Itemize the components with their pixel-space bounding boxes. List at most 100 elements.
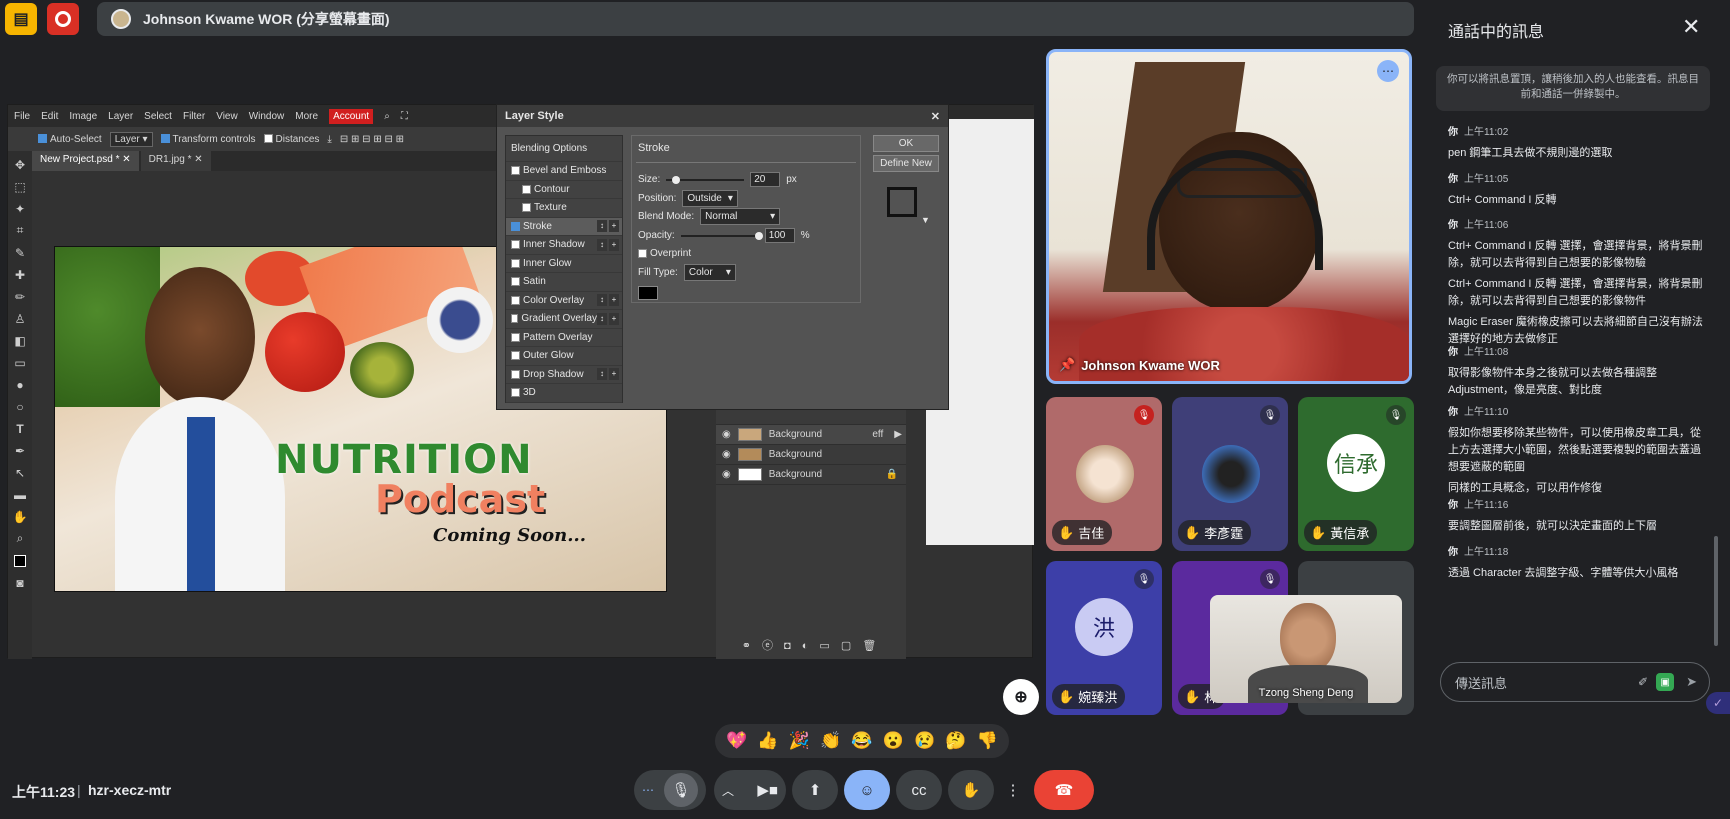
overprint-checkbox[interactable]: Overprint — [638, 248, 691, 259]
gemini-icon[interactable]: ✓ — [1706, 692, 1730, 714]
ok-button[interactable]: OK — [873, 135, 939, 152]
ps-menu-item[interactable]: Image — [69, 111, 97, 122]
zoom-in-icon[interactable]: ⊕ — [1003, 679, 1039, 715]
add-icon[interactable]: + — [609, 294, 619, 307]
main-video-tile[interactable]: ⋯ 📌 Johnson Kwame WOR — [1046, 49, 1412, 384]
style-duplicate-buttons[interactable]: ↕ + — [597, 238, 619, 251]
add-icon[interactable]: + — [609, 312, 619, 325]
chevron-up-icon[interactable]: ︿ — [722, 782, 734, 799]
stroke-color-swatch[interactable] — [638, 286, 658, 300]
reorder-icon[interactable]: ↕ — [597, 220, 607, 233]
participant-tile[interactable]: 信承 🎙 ✋ 黃信承 — [1298, 397, 1414, 551]
reaction-thumbs-down[interactable]: 👎 — [977, 731, 998, 751]
layer-row[interactable]: ◉ Background — [716, 445, 906, 465]
add-icon[interactable]: + — [609, 368, 619, 381]
eye-icon[interactable]: ◉ — [722, 449, 731, 460]
self-view[interactable]: Tzong Sheng Deng — [1210, 595, 1402, 703]
reaction-sad[interactable]: 😢 — [914, 731, 935, 751]
captions-button[interactable]: cc — [896, 770, 942, 810]
reaction-clap[interactable]: 👏 — [820, 731, 841, 751]
style-checkbox[interactable] — [511, 332, 520, 342]
style-item[interactable]: Pattern Overlay — [506, 329, 622, 347]
add-icon[interactable]: + — [609, 220, 619, 233]
style-checkbox[interactable] — [511, 351, 520, 361]
style-item[interactable]: Inner Shadow ↕ + — [506, 236, 622, 255]
ps-fullscreen-icon[interactable]: ⛶ — [401, 111, 408, 122]
layer-select-dropdown[interactable]: Layer ▾ — [109, 131, 153, 147]
style-item[interactable]: Outer Glow — [506, 347, 622, 366]
layer-row[interactable]: ◉ Background eff ▶ — [716, 425, 906, 445]
translate-icon[interactable]: ▣ — [1656, 673, 1675, 691]
style-checkbox[interactable] — [511, 314, 519, 324]
style-item[interactable]: Contour — [506, 181, 622, 199]
color-swatch-icon[interactable] — [12, 551, 28, 570]
eraser-icon[interactable]: ◧ — [12, 331, 28, 350]
style-checkbox[interactable] — [511, 240, 520, 250]
style-item[interactable]: Inner Glow — [506, 255, 622, 273]
marquee-tool-icon[interactable]: ⬚ — [12, 177, 28, 196]
style-checkbox[interactable] — [511, 258, 520, 268]
move-tool-icon[interactable]: ✥ — [12, 155, 28, 174]
position-select[interactable]: Outside ▾ — [682, 190, 738, 207]
ps-search-icon[interactable]: ⌕ — [384, 111, 390, 122]
shape-tool-icon[interactable]: ▬ — [12, 485, 28, 504]
reaction-party[interactable]: 🎉 — [789, 731, 810, 751]
close-icon[interactable]: ✕ — [1682, 14, 1700, 40]
opacity-input[interactable]: 100 — [764, 228, 795, 243]
reorder-icon[interactable]: ↕ — [597, 368, 607, 381]
distances-checkbox[interactable]: Distances — [263, 134, 319, 145]
reaction-thinking[interactable]: 🤔 — [945, 731, 966, 751]
audio-options-icon[interactable]: ⋯ — [642, 783, 654, 797]
align-icon[interactable]: ⊟ ⊞ ⊟ ⊞ ⊟ ⊞ — [340, 134, 404, 145]
style-item[interactable]: Blending Options — [506, 136, 622, 162]
microphone-icon[interactable]: 🎙 — [664, 773, 698, 807]
ps-menu-item[interactable]: Window — [249, 111, 285, 122]
layer-row[interactable]: ◉ Background 🔒 — [716, 465, 906, 485]
style-duplicate-buttons[interactable]: ↕ + — [597, 220, 619, 233]
close-icon[interactable]: ✕ — [194, 154, 202, 165]
fill-type-select[interactable]: Color ▾ — [683, 264, 736, 281]
participant-tile[interactable]: 🎙 ✋ 吉佳 — [1046, 397, 1162, 551]
reorder-icon[interactable]: ↕ — [597, 238, 607, 251]
style-item[interactable]: Satin — [506, 273, 622, 292]
style-checkbox[interactable] — [511, 277, 520, 287]
style-duplicate-buttons[interactable]: ↕ + — [597, 294, 619, 307]
size-slider[interactable] — [666, 175, 745, 184]
stamp-icon[interactable]: ♙ — [12, 309, 28, 328]
download-icon[interactable]: ⤓ — [327, 134, 331, 145]
attach-icon[interactable]: ✐ — [1638, 675, 1648, 689]
reaction-thumbs-up[interactable]: 👍 — [757, 731, 778, 751]
style-checkbox[interactable] — [511, 369, 520, 379]
camera-icon[interactable]: ▶■ — [757, 781, 778, 799]
style-checkbox[interactable] — [511, 166, 520, 176]
style-checkbox[interactable] — [522, 203, 531, 213]
dodge-icon[interactable]: ○ — [12, 397, 28, 416]
reaction-heart[interactable]: 💖 — [726, 731, 747, 751]
ps-menu-item[interactable]: Layer — [108, 111, 133, 122]
style-item[interactable]: 3D — [506, 384, 622, 403]
style-checkbox[interactable] — [511, 295, 520, 305]
reorder-icon[interactable]: ↕ — [597, 312, 607, 325]
healing-icon[interactable]: ✚ — [12, 265, 28, 284]
eye-icon[interactable]: ◉ — [722, 469, 731, 480]
ps-menu-item[interactable]: View — [216, 111, 238, 122]
opacity-slider[interactable] — [680, 231, 763, 240]
style-item[interactable]: Stroke ↕ + — [506, 217, 622, 236]
style-item[interactable]: Texture — [506, 199, 622, 218]
pen-tool-icon[interactable]: ✒ — [12, 441, 28, 460]
reaction-laugh[interactable]: 😂 — [851, 731, 872, 751]
zoom-tool-icon[interactable]: ⌕ — [12, 529, 28, 548]
more-options-icon[interactable]: ⋯ — [1377, 60, 1399, 82]
auto-select-checkbox[interactable]: Auto-Select — [38, 134, 102, 145]
doc-tab-dr1[interactable]: DR1.jpg * ✕ — [140, 151, 211, 171]
scrollbar[interactable] — [1714, 536, 1718, 646]
more-options-button[interactable]: ⋮ — [1000, 770, 1026, 810]
style-item[interactable]: Drop Shadow ↕ + — [506, 366, 622, 384]
participant-tile[interactable]: 🎙 ✋ 李彥霆 — [1172, 397, 1288, 551]
style-checkbox[interactable] — [511, 221, 520, 231]
ps-account-button[interactable]: Account — [329, 108, 374, 124]
blur-icon[interactable]: ● — [12, 375, 28, 394]
add-icon[interactable]: + — [609, 238, 619, 251]
eyedropper-icon[interactable]: ✎ — [12, 243, 28, 262]
activities-icon[interactable]: ▤ — [5, 3, 37, 35]
